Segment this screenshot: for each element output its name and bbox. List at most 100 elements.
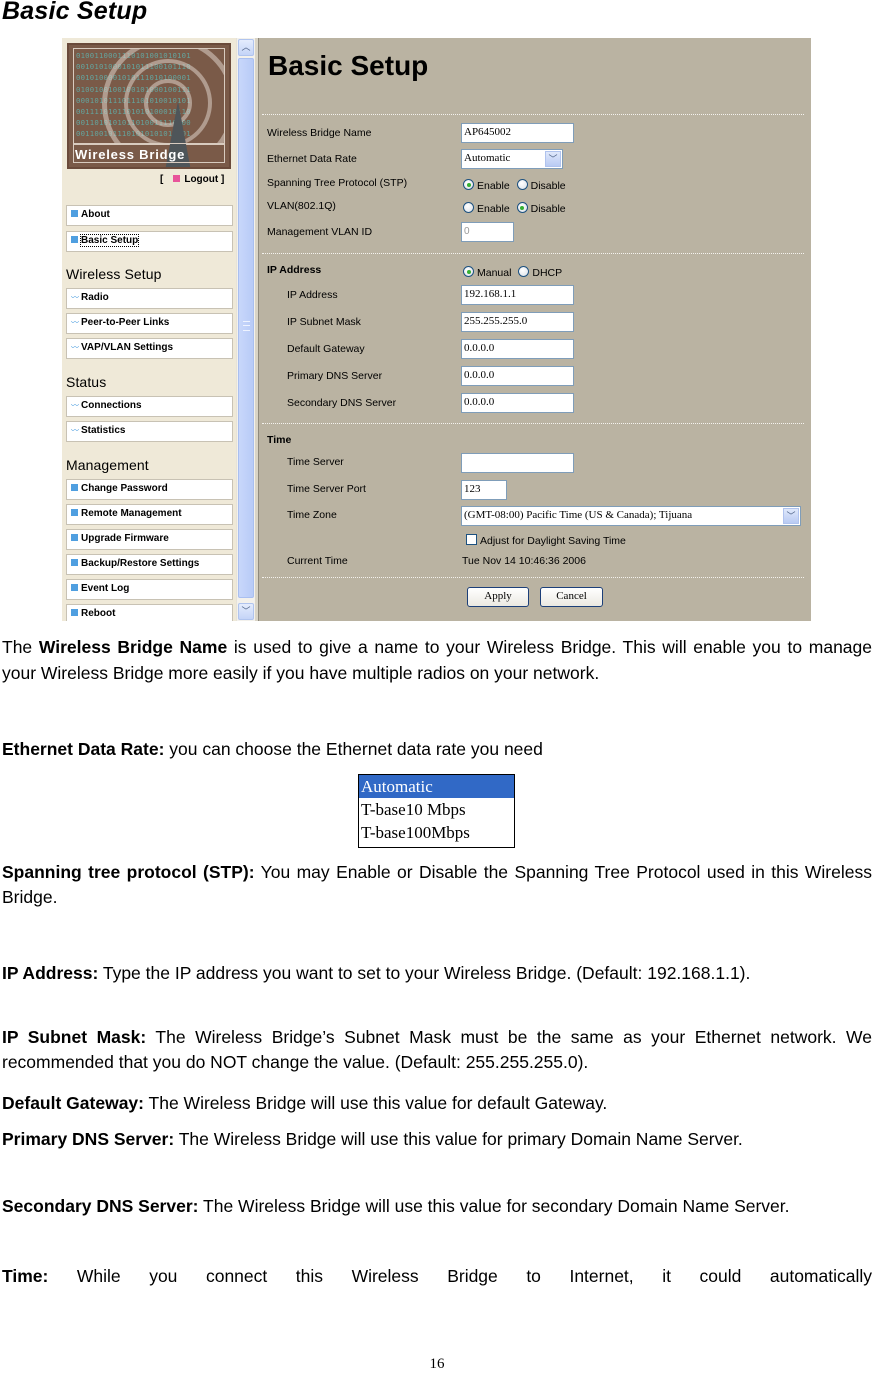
divider: [262, 114, 804, 115]
logo-text: Wireless Bridge: [75, 147, 186, 162]
page-number: 16: [429, 1356, 445, 1372]
radio-label: DHCP: [532, 267, 563, 279]
stp-radio-group: Enable Disable: [463, 179, 570, 192]
vlan-label: VLAN(802.1Q): [267, 200, 336, 212]
web-ui-screenshot: 0100110001110101001010101 00101010001010…: [62, 38, 811, 621]
nav-item-basic-setup[interactable]: Basic Setup: [66, 231, 233, 252]
square-bullet-icon: [71, 509, 78, 516]
logout-label: Logout ]: [184, 174, 225, 185]
time-zone-select[interactable]: (GMT-08:00) Pacific Time (US & Canada); …: [461, 506, 801, 526]
nav-label: Backup/Restore Settings: [81, 558, 200, 569]
time-server-port-input[interactable]: 123: [461, 480, 507, 500]
nav-item-connections[interactable]: 〰 Connections: [66, 396, 233, 417]
text: The Wireless Bridge will use this value …: [174, 1129, 743, 1149]
cancel-button[interactable]: Cancel: [540, 587, 603, 607]
subnet-mask-input[interactable]: 255.255.255.0: [461, 312, 574, 332]
square-bullet-icon: [71, 559, 78, 566]
section-status: Status: [66, 374, 107, 390]
term: Wireless Bridge Name: [38, 637, 228, 657]
term: Spanning tree protocol (STP):: [2, 862, 255, 882]
square-bullet-icon: [71, 484, 78, 491]
term: Secondary DNS Server:: [2, 1196, 199, 1216]
chevron-down-icon: ﹀: [545, 151, 561, 167]
sidebar-scrollbar[interactable]: ︿ ﹀: [236, 38, 255, 621]
checkbox-unchecked-icon: [466, 534, 477, 545]
rate-option[interactable]: Automatic: [359, 775, 514, 798]
vlan-enable-radio[interactable]: Enable: [463, 202, 510, 215]
term: Default Gateway:: [2, 1093, 144, 1113]
radio-label: Disable: [530, 203, 566, 215]
time-server-label: Time Server: [287, 456, 344, 468]
ethernet-data-rate-label: Ethernet Data Rate: [267, 153, 357, 165]
nav-item-radio[interactable]: 〰 Radio: [66, 288, 233, 309]
text: you can choose the Ethernet data rate yo…: [164, 739, 543, 759]
chevron-down-icon: ﹀: [783, 508, 799, 524]
dst-checkbox[interactable]: Adjust for Daylight Saving Time: [466, 534, 626, 547]
scroll-down-icon[interactable]: ﹀: [238, 603, 254, 620]
vlan-radio-group: Enable Disable: [463, 202, 570, 215]
nav-item-reboot[interactable]: Reboot: [66, 604, 233, 621]
apply-button[interactable]: Apply: [467, 587, 529, 607]
radio-checked-icon: [463, 266, 474, 277]
wifi-icon: 〰: [71, 401, 79, 410]
text: The Wireless Bridge will use this value …: [143, 1093, 608, 1113]
frame-divider: [255, 38, 259, 621]
grip-icon: [243, 321, 250, 331]
scrollbar-thumb[interactable]: [238, 58, 254, 598]
nav-item-vap-vlan-settings[interactable]: 〰 VAP/VLAN Settings: [66, 338, 233, 359]
nav-label: Peer-to-Peer Links: [81, 317, 170, 328]
nav-item-peer-to-peer-links[interactable]: 〰 Peer-to-Peer Links: [66, 313, 233, 334]
secondary-dns-label: Secondary DNS Server: [287, 397, 397, 409]
mgmt-vlan-id-label: Management VLAN ID: [267, 226, 373, 238]
nav-label: Radio: [81, 292, 109, 303]
nav-item-remote-management[interactable]: Remote Management: [66, 504, 233, 525]
select-value: Automatic: [464, 152, 511, 164]
select-value: (GMT-08:00) Pacific Time (US & Canada); …: [464, 509, 693, 521]
primary-dns-input[interactable]: 0.0.0.0: [461, 366, 574, 386]
stp-label: Spanning Tree Protocol (STP): [267, 177, 408, 189]
default-gateway-label: Default Gateway: [287, 343, 365, 355]
nav-item-about[interactable]: About: [66, 205, 233, 226]
paragraph-ip-address: IP Address: Type the IP address you want…: [2, 961, 872, 986]
nav-item-backup-restore-settings[interactable]: Backup/Restore Settings: [66, 554, 233, 575]
mgmt-vlan-id-input[interactable]: 0: [461, 222, 514, 242]
radio-unchecked-icon: [518, 266, 530, 277]
rate-option[interactable]: T-base10 Mbps: [359, 798, 514, 821]
nav-label: Remote Management: [81, 508, 182, 519]
nav-item-upgrade-firmware[interactable]: Upgrade Firmware: [66, 529, 233, 550]
nav-label: Change Password: [81, 483, 168, 494]
section-wireless-setup: Wireless Setup: [66, 266, 162, 282]
text: The: [2, 637, 39, 657]
time-server-port-label: Time Server Port: [287, 483, 366, 495]
primary-dns-label: Primary DNS Server: [287, 370, 383, 382]
default-gateway-input[interactable]: 0.0.0.0: [461, 339, 574, 359]
stp-enable-radio[interactable]: Enable: [463, 179, 510, 192]
time-server-input[interactable]: [461, 453, 574, 473]
term: Ethernet Data Rate:: [2, 739, 165, 759]
section-management: Management: [66, 457, 149, 473]
wireless-bridge-name-input[interactable]: AP645002: [461, 123, 574, 143]
ip-dhcp-radio[interactable]: DHCP: [518, 266, 563, 279]
logout-link[interactable]: [Logout ]: [160, 174, 224, 185]
wifi-icon: 〰: [71, 293, 79, 302]
nav-item-statistics[interactable]: 〰 Statistics: [66, 421, 233, 442]
rate-option[interactable]: T-base100Mbps: [359, 821, 514, 844]
nav-label: Upgrade Firmware: [81, 533, 169, 544]
term: Time:: [2, 1266, 49, 1286]
nav-label: Event Log: [81, 583, 130, 594]
divider: [262, 423, 804, 424]
nav-item-event-log[interactable]: Event Log: [66, 579, 233, 600]
current-time-label: Current Time: [287, 555, 348, 567]
secondary-dns-input[interactable]: 0.0.0.0: [461, 393, 574, 413]
square-bullet-icon: [71, 236, 78, 243]
nav-item-change-password[interactable]: Change Password: [66, 479, 233, 500]
ethernet-data-rate-select[interactable]: Automatic ﹀: [461, 149, 563, 169]
nav-label: Statistics: [81, 425, 126, 436]
scroll-up-icon[interactable]: ︿: [238, 39, 254, 56]
square-bullet-icon: [71, 609, 78, 616]
ip-address-input[interactable]: 192.168.1.1: [461, 285, 574, 305]
nav-label: Basic Setup: [79, 234, 140, 247]
ip-manual-radio[interactable]: Manual: [463, 266, 511, 279]
stp-disable-radio[interactable]: Disable: [516, 179, 566, 192]
vlan-disable-radio[interactable]: Disable: [516, 202, 566, 215]
